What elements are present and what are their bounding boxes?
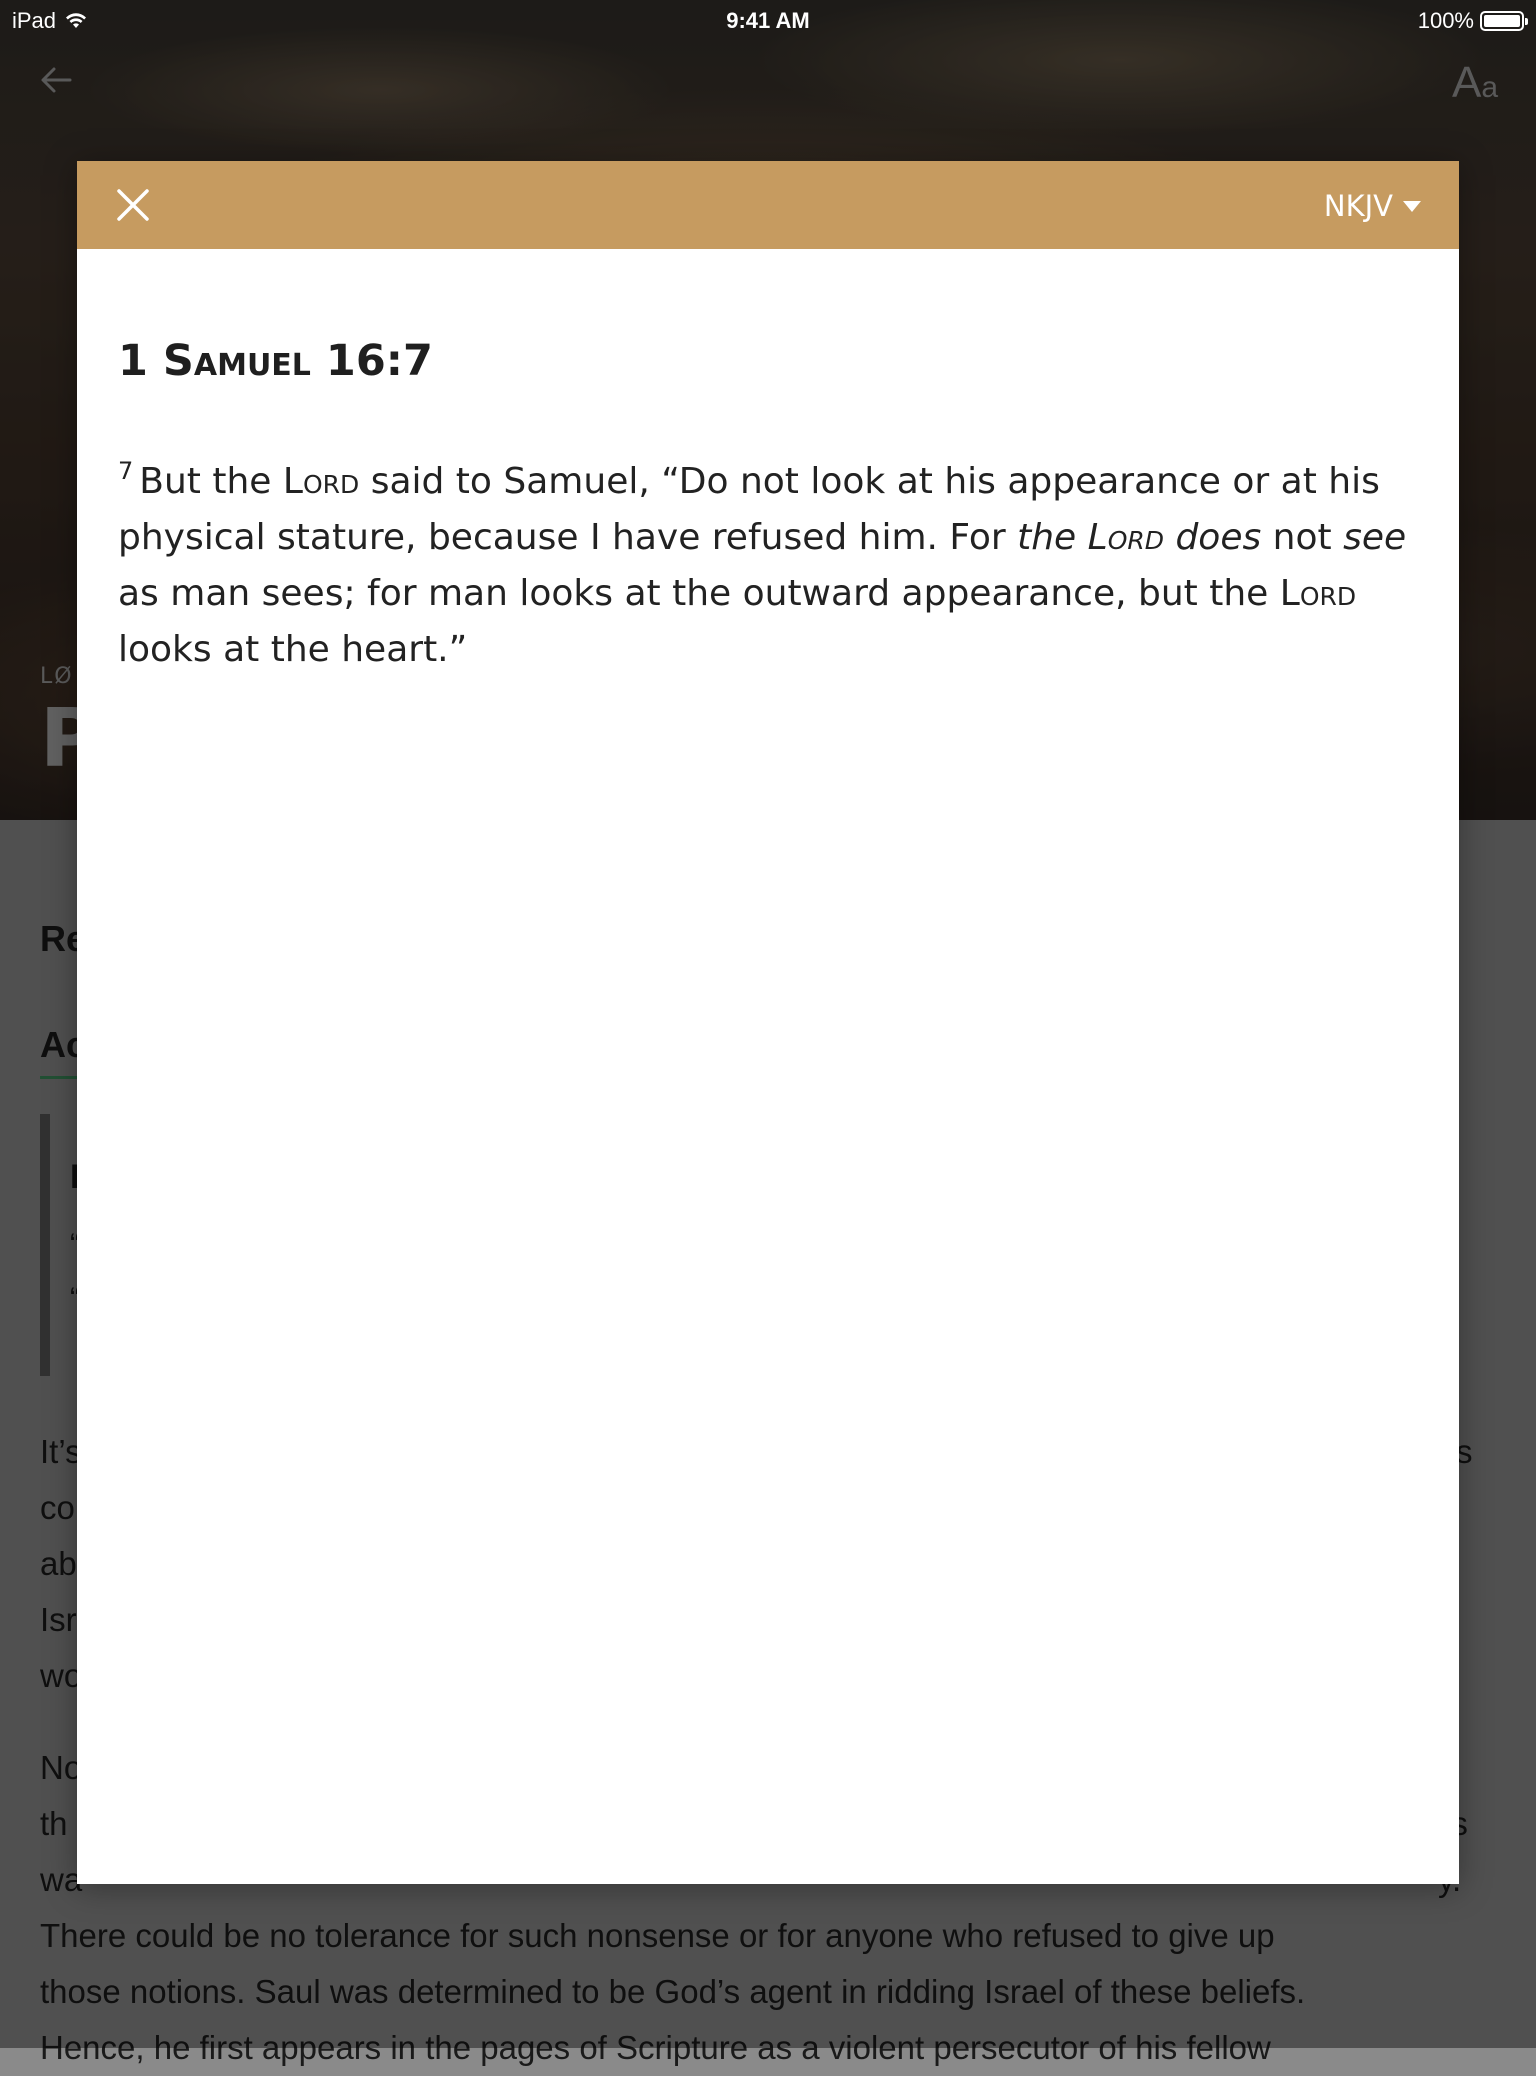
status-bar: iPad 9:41 AM 100% — [0, 0, 1536, 40]
verse-italic-segment: the — [1017, 517, 1088, 558]
version-selector[interactable]: NKJV — [1324, 189, 1421, 223]
paragraph-line: th — [40, 1805, 68, 1842]
arrow-left-icon[interactable] — [36, 60, 76, 100]
clock: 9:41 AM — [726, 8, 810, 33]
quote-bar — [40, 1114, 50, 1376]
paragraph-line: No — [40, 1749, 83, 1786]
paragraph-line: wa — [40, 1861, 83, 1898]
battery-icon — [1480, 11, 1528, 31]
divine-name: Lord — [282, 461, 360, 502]
scripture-modal: NKJV 1 Samuel 16:7 7 But the Lord said to… — [77, 161, 1459, 1884]
divine-name: Lord — [1279, 573, 1357, 614]
paragraph-line: There could be no tolerance for such non… — [40, 1917, 1275, 1954]
scripture-reference: 1 Samuel 16:7 — [118, 336, 433, 386]
divine-name: Lord — [1087, 517, 1164, 558]
chapter-verse: 16:7 — [325, 336, 433, 386]
paragraph-line: Isr — [40, 1601, 77, 1638]
verse-number: 7 — [118, 457, 134, 485]
verse-segment: not — [1261, 517, 1344, 558]
font-size-small: a — [1481, 71, 1498, 104]
paragraph-line: It’s — [40, 1433, 82, 1470]
verse-segment: looks at the heart.” — [118, 629, 468, 670]
lesson-label: LØ — [40, 664, 74, 689]
verse-italic-segment: does — [1164, 517, 1262, 558]
verse-text: 7 But the Lord said to Samuel, “Do not lo… — [118, 443, 1418, 678]
book-name: Samuel — [162, 336, 311, 386]
caret-down-icon — [1403, 200, 1421, 212]
paragraph-line: Hence, he first appears in the pages of … — [40, 2029, 1271, 2066]
font-size-big: A — [1451, 58, 1482, 107]
book-number: 1 — [118, 336, 148, 386]
version-label: NKJV — [1323, 189, 1393, 223]
modal-header: NKJV — [77, 161, 1459, 249]
font-size-button[interactable]: Aa — [1452, 58, 1498, 108]
verse-italic: the Lord does — [1017, 517, 1261, 558]
verse-segment: as man sees; for man looks at the outwar… — [118, 573, 1280, 614]
verse-italic-segment: see — [1343, 517, 1407, 558]
paragraph-line: ab — [40, 1545, 77, 1582]
close-icon[interactable] — [113, 185, 153, 225]
verse-segment: But the — [139, 461, 283, 502]
paragraph-line: those notions. Saul was determined to be… — [40, 1973, 1306, 2010]
status-right: 100% — [1417, 8, 1528, 34]
paragraph-line: wo — [40, 1657, 83, 1694]
battery-percent: 100% — [1417, 8, 1474, 33]
paragraph-line: co — [40, 1489, 75, 1526]
